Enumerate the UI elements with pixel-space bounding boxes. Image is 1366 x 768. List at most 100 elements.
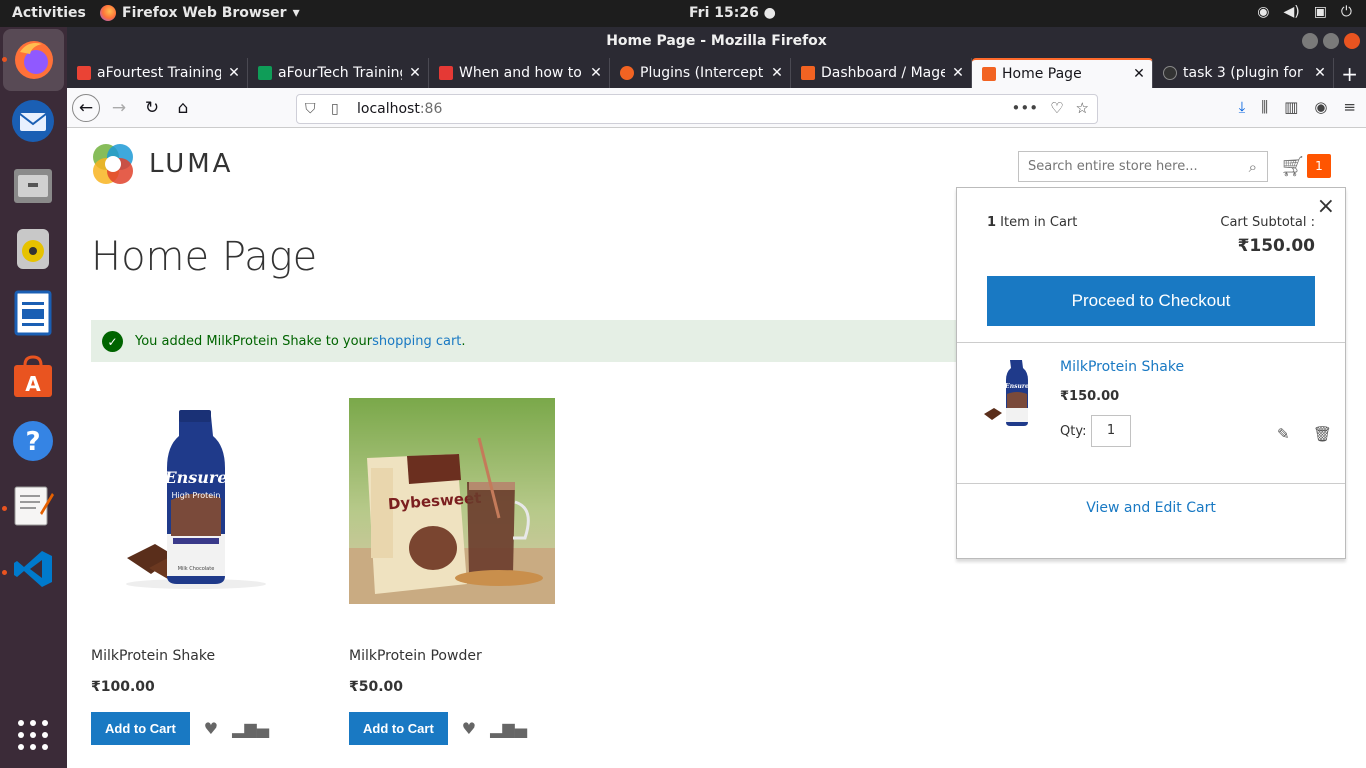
arrow-left-icon: ← [78,98,94,118]
new-tab-button[interactable]: + [1341,62,1358,86]
search-icon[interactable]: ⌕ [1249,158,1257,176]
add-to-cart-button[interactable]: Add to Cart [91,712,190,745]
software-center-icon: A [14,355,52,397]
product-item: Dybesweet MilkProtein Powder ₹50.00 Add … [349,398,555,745]
reload-icon: ↻ [144,98,160,118]
wishlist-heart-icon[interactable]: ♥ [204,719,218,738]
store-logo[interactable]: LUMA [91,142,233,186]
protein-shake-image: Ensure High Protein Milk Chocolate [91,398,297,604]
minimize-button[interactable] [1302,33,1318,49]
download-icon[interactable]: ⤓ [1239,98,1246,116]
qty-input[interactable]: 1 [1091,415,1131,447]
dock-thunderbird[interactable] [9,97,57,145]
vscode-icon [14,551,52,587]
product-image-shake[interactable]: Ensure High Protein Milk Chocolate [91,398,297,604]
cart-item-thumbnail[interactable]: Ensure [982,358,1042,430]
thunderbird-icon [12,100,54,142]
show-applications-button[interactable] [9,711,57,759]
subtotal-amount: ₹150.00 [1237,236,1315,256]
tab-when-and-how[interactable]: When and how to ✕ [429,58,610,88]
view-and-edit-cart-link[interactable]: View and Edit Cart [957,500,1345,516]
text-editor-icon [14,486,54,526]
close-icon[interactable]: × [1317,194,1335,219]
web-page: LUMA Search entire store here... ⌕ 🛒︎ 1 … [67,128,1366,768]
shopping-cart-link[interactable]: shopping cart [372,334,461,349]
product-image-powder[interactable]: Dybesweet [349,398,555,604]
close-icon[interactable]: ✕ [951,65,971,81]
window-controls [1302,33,1360,49]
clock[interactable]: Fri 15:26 ● [689,5,776,21]
svg-text:Ensure: Ensure [1004,383,1029,390]
trash-icon[interactable]: 🗑︎ [1313,425,1332,443]
divider [957,342,1345,343]
cart-item-price: ₹150.00 [1060,389,1120,404]
toolbar-right: ⤓ ⫼ ▥ ◉ ≡ [1239,98,1356,116]
proceed-to-checkout-button[interactable]: Proceed to Checkout [987,276,1315,326]
dock-text-editor[interactable] [9,481,57,529]
search-input[interactable]: Search entire store here... ⌕ [1018,151,1268,182]
system-tray[interactable]: ◉ ◀) ▣ ⏻ [1257,4,1352,20]
menu-icon[interactable]: ≡ [1343,98,1356,116]
firefox-icon [100,5,116,21]
close-icon[interactable]: ✕ [227,65,247,81]
close-icon[interactable]: ✕ [770,65,790,81]
more-actions-icon[interactable]: ••• [1012,99,1039,117]
pocket-icon[interactable]: ♡ [1050,99,1063,117]
product-name[interactable]: MilkProtein Powder [349,648,555,664]
svg-text:Milk Chocolate: Milk Chocolate [178,566,215,572]
shield-icon: ⛉ [305,101,316,117]
wishlist-heart-icon[interactable]: ♥ [462,719,476,738]
cart-item-count-number: 1 [987,215,997,230]
cart-item-name[interactable]: MilkProtein Shake [1060,359,1184,375]
url-bar[interactable]: ⛉ ▯ localhost:86 ••• ♡ ☆ [296,94,1098,124]
sidebar-icon[interactable]: ▥ [1284,98,1298,116]
dock-vscode[interactable] [9,545,57,593]
dock-help[interactable]: ? [9,417,57,465]
tab-label: Dashboard / Mage [821,65,945,81]
cart-icon[interactable]: 🛒︎ [1280,154,1305,178]
tab-plugins-interceptors[interactable]: Plugins (Intercept ✕ [610,58,791,88]
back-button[interactable]: ← [72,94,100,122]
forward-button[interactable]: → [105,94,133,122]
window-titlebar[interactable]: Home Page - Mozilla Firefox [67,27,1366,56]
dock-files[interactable] [9,161,57,209]
product-name[interactable]: MilkProtein Shake [91,648,297,664]
activities-button[interactable]: Activities [12,5,86,21]
tab-home-page[interactable]: Home Page ✕ [972,58,1153,88]
tab-dashboard-magento[interactable]: Dashboard / Mage ✕ [791,58,972,88]
cart-count-badge[interactable]: 1 [1307,154,1331,178]
tab-afourtest-training[interactable]: aFourtest Training ✕ [67,58,248,88]
reload-button[interactable]: ↻ [138,94,166,122]
compare-chart-icon[interactable]: ▂▆▄ [232,719,269,738]
product-actions: Add to Cart ♥ ▂▆▄ [349,712,555,745]
add-to-cart-button[interactable]: Add to Cart [349,712,448,745]
dock-rhythmbox[interactable] [9,225,57,273]
close-window-button[interactable] [1344,33,1360,49]
maximize-button[interactable] [1323,33,1339,49]
tab-task-3[interactable]: task 3 (plugin for ✕ [1153,58,1334,88]
close-icon[interactable]: ✕ [1313,65,1333,81]
home-button[interactable]: ⌂ [169,94,197,122]
pencil-icon[interactable]: ✎ [1277,425,1290,443]
bookmark-star-icon[interactable]: ☆ [1076,99,1089,117]
close-icon[interactable]: ✕ [589,65,609,81]
tab-afourtech-training[interactable]: aFourTech Training ✕ [248,58,429,88]
account-icon[interactable]: ◉ [1314,98,1327,116]
library-icon[interactable]: ⫼ [1261,98,1268,116]
compare-chart-icon[interactable]: ▂▆▄ [490,719,527,738]
help-icon: ? [13,421,53,461]
dock-software[interactable]: A [9,353,57,401]
clipboard-icon: ▣ [1313,4,1327,20]
app-grid-icon [18,720,48,750]
dock-writer[interactable] [9,289,57,337]
running-indicator [2,506,7,511]
message-suffix: . [461,333,466,349]
dock-firefox[interactable] [3,29,64,91]
page-icon: ▯ [331,101,339,117]
tab-bar: aFourtest Training ✕ aFourTech Training … [67,56,1366,88]
dock: A ? [0,27,67,768]
close-icon[interactable]: ✕ [408,65,428,81]
app-menu[interactable]: Firefox Web Browser ▾ [100,5,300,21]
product-actions: Add to Cart ♥ ▂▆▄ [91,712,297,745]
close-icon[interactable]: ✕ [1132,66,1152,82]
